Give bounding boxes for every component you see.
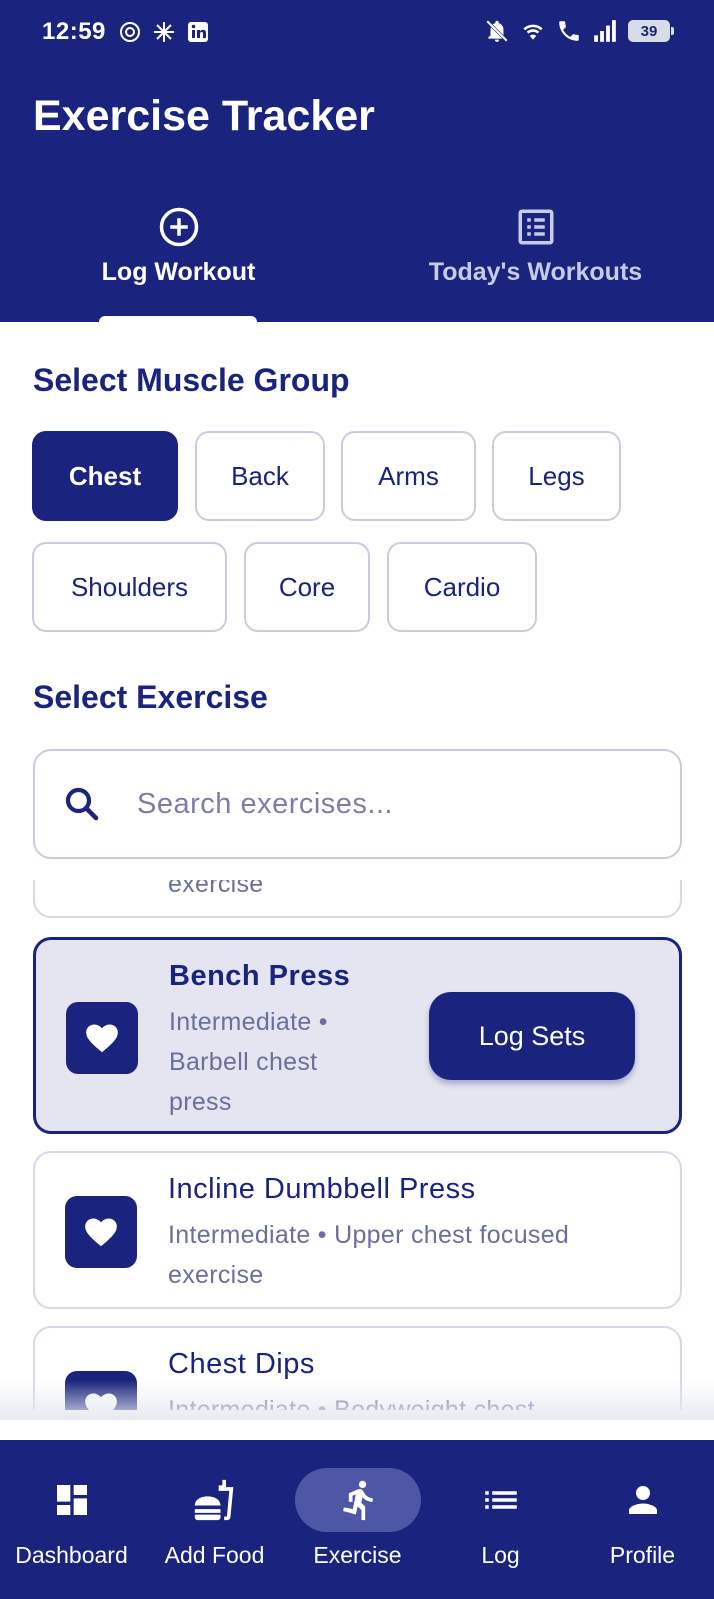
notification-icons (118, 20, 210, 44)
exercise-desc: exercise (168, 880, 264, 898)
chip-cardio[interactable]: Cardio (387, 542, 537, 632)
chatgpt-icon (120, 22, 140, 42)
exercise-card-bench-press[interactable]: Bench Press Intermediate • Barbell chest… (33, 937, 682, 1134)
nav-add-food[interactable]: Add Food (143, 1440, 286, 1599)
app-title: Exercise Tracker (33, 92, 375, 140)
tab-log-workout[interactable]: Log Workout (0, 206, 357, 322)
dashboard-icon (56, 1485, 87, 1515)
nav-exercise[interactable]: Exercise (286, 1440, 429, 1599)
exercise-desc-line: Barbell chest (169, 1048, 318, 1076)
chip-core[interactable]: Core (244, 542, 370, 632)
tab-label: Log Workout (101, 258, 256, 286)
exercise-list[interactable]: exercise Bench Press Intermediate • Barb… (0, 880, 714, 1410)
search-input[interactable] (137, 787, 657, 821)
exercise-desc-line: press (169, 1088, 232, 1116)
wifi-calling-icon (559, 21, 579, 41)
tab-todays-workouts[interactable]: Today's Workouts (357, 206, 714, 322)
chip-arms[interactable]: Arms (341, 431, 476, 521)
exercise-name: Bench Press (169, 960, 351, 992)
directions-run-icon (342, 1480, 373, 1521)
exercise-desc-line: exercise (168, 1261, 264, 1289)
muscle-group-title: Select Muscle Group (33, 362, 350, 398)
exercise-name: Incline Dumbbell Press (168, 1173, 476, 1205)
app-header: 12:59 39 Exercise Tracker Log Workout To… (0, 0, 714, 322)
exercise-card-incline-dumbbell-press[interactable]: Incline Dumbbell Press Intermediate • Up… (33, 1151, 682, 1309)
exercise-desc-line: Intermediate • (169, 1008, 328, 1036)
nav-label: Log (481, 1542, 520, 1568)
nav-icon-wrap (580, 1468, 706, 1532)
chip-chest[interactable]: Chest (32, 431, 178, 521)
favorite-icon (65, 1196, 137, 1268)
chip-back[interactable]: Back (195, 431, 325, 521)
favorite-icon (65, 1371, 137, 1410)
nav-label: Add Food (164, 1542, 265, 1568)
signal-icon (594, 20, 616, 42)
fastfood-icon (194, 1479, 233, 1521)
system-icons: 39 (484, 18, 674, 44)
chip-legs[interactable]: Legs (492, 431, 621, 521)
search-icon (65, 787, 99, 821)
favorite-icon (66, 1002, 138, 1074)
nav-icon-wrap (294, 1468, 421, 1532)
tab-indicator (99, 316, 257, 322)
nav-icon-wrap (9, 1468, 135, 1532)
exercise-card-partial[interactable]: exercise (33, 880, 682, 918)
exercise-card-chest-dips[interactable]: Chest Dips Intermediate • Bodyweight che… (33, 1326, 682, 1410)
exercise-name: Chest Dips (168, 1348, 315, 1380)
nav-label: Profile (609, 1542, 676, 1568)
person-icon (628, 1486, 657, 1514)
chip-shoulders[interactable]: Shoulders (32, 542, 227, 632)
mute-icon (486, 20, 508, 42)
nav-dashboard[interactable]: Dashboard (0, 1440, 143, 1599)
battery-icon: 39 (628, 20, 674, 42)
linkedin-icon (188, 22, 208, 42)
nav-profile[interactable]: Profile (571, 1440, 714, 1599)
search-bar[interactable] (33, 749, 682, 859)
nav-icon-wrap (438, 1468, 564, 1532)
bottom-nav: Dashboard Add Food Exercise Log Profile (0, 1440, 714, 1599)
nav-label: Dashboard (15, 1542, 128, 1568)
exercise-desc-line: Intermediate • Upper chest focused (168, 1221, 570, 1249)
wifi-icon (523, 24, 543, 40)
nav-label: Exercise (313, 1542, 402, 1568)
exercise-section-title: Select Exercise (33, 679, 268, 715)
nav-log[interactable]: Log (429, 1440, 572, 1599)
perplexity-icon (154, 22, 174, 42)
tab-label: Today's Workouts (428, 258, 643, 286)
nav-icon-wrap (152, 1468, 278, 1532)
list-alt-icon (518, 209, 553, 245)
exercise-desc-line: Intermediate • Bodyweight chest (168, 1396, 535, 1410)
add-circle-icon (159, 207, 198, 247)
status-bar: 12:59 39 (0, 0, 714, 64)
list-icon (484, 1491, 517, 1509)
status-time: 12:59 (42, 18, 106, 45)
log-sets-button[interactable]: Log Sets (429, 992, 635, 1080)
